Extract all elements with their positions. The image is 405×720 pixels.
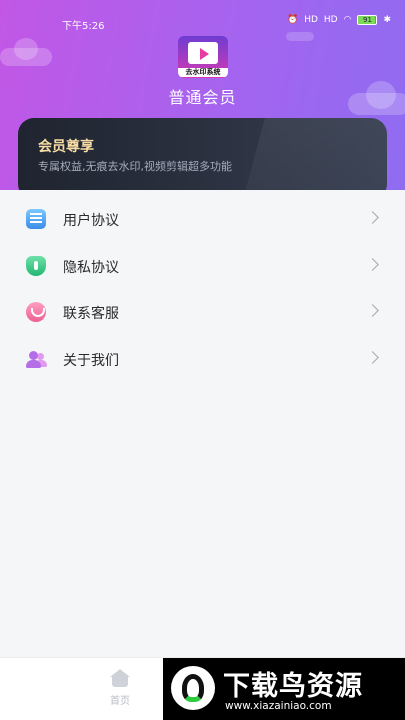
- document-icon: [26, 209, 46, 229]
- app-logo-caption: 去水印系统: [178, 68, 228, 77]
- tab-home-label: 首页: [110, 696, 130, 707]
- chevron-right-icon: [366, 351, 379, 364]
- chevron-right-icon: [366, 304, 379, 317]
- settings-menu: 用户协议 隐私协议 联系客服 关于我们: [0, 190, 405, 657]
- chevron-right-icon: [366, 211, 379, 224]
- menu-item-contact-support[interactable]: 联系客服: [0, 289, 405, 335]
- shield-icon: [26, 256, 46, 276]
- status-icons: ⏰ HD HD ◠ 91 ✱: [287, 15, 391, 25]
- battery-icon: 91: [357, 15, 378, 25]
- bluetooth-icon: ✱: [383, 15, 391, 25]
- cloud-decoration: [0, 38, 52, 66]
- site-watermark: 下载鸟资源 www.xiazainiao.com: [163, 658, 405, 720]
- app-logo: 去水印系统: [178, 36, 228, 78]
- menu-item-about-us[interactable]: 关于我们: [0, 336, 405, 382]
- alarm-icon: ⏰: [286, 15, 299, 25]
- signal-icon: HD: [304, 15, 318, 25]
- menu-item-label: 用户协议: [63, 213, 119, 229]
- play-icon: [200, 48, 209, 60]
- people-icon: [26, 349, 47, 369]
- menu-item-label: 隐私协议: [63, 260, 119, 276]
- menu-item-user-agreement[interactable]: 用户协议: [0, 196, 405, 242]
- status-time: 下午5:26: [62, 21, 105, 32]
- home-icon: [109, 669, 131, 687]
- chevron-right-icon: [366, 258, 379, 271]
- menu-item-label: 联系客服: [63, 306, 119, 322]
- tab-home[interactable]: 首页: [98, 666, 142, 710]
- watermark-url: www.xiazainiao.com: [225, 700, 332, 712]
- watermark-title: 下载鸟资源: [223, 671, 363, 702]
- signal-icon: HD: [323, 15, 338, 25]
- menu-item-label: 关于我们: [63, 353, 119, 369]
- watermark-logo-icon: [171, 666, 215, 710]
- vip-card-description: 专属权益,无痕去水印,视频剪辑超多功能: [38, 160, 232, 173]
- wifi-icon: ◠: [343, 15, 352, 25]
- battery-level: 91: [362, 16, 372, 24]
- menu-item-privacy-policy[interactable]: 隐私协议: [0, 243, 405, 289]
- phone-icon: [26, 302, 46, 322]
- member-level: 普通会员: [168, 88, 237, 107]
- vip-card[interactable]: 会员尊享 专属权益,无痕去水印,视频剪辑超多功能: [18, 118, 387, 200]
- vip-card-title: 会员尊享: [38, 139, 94, 155]
